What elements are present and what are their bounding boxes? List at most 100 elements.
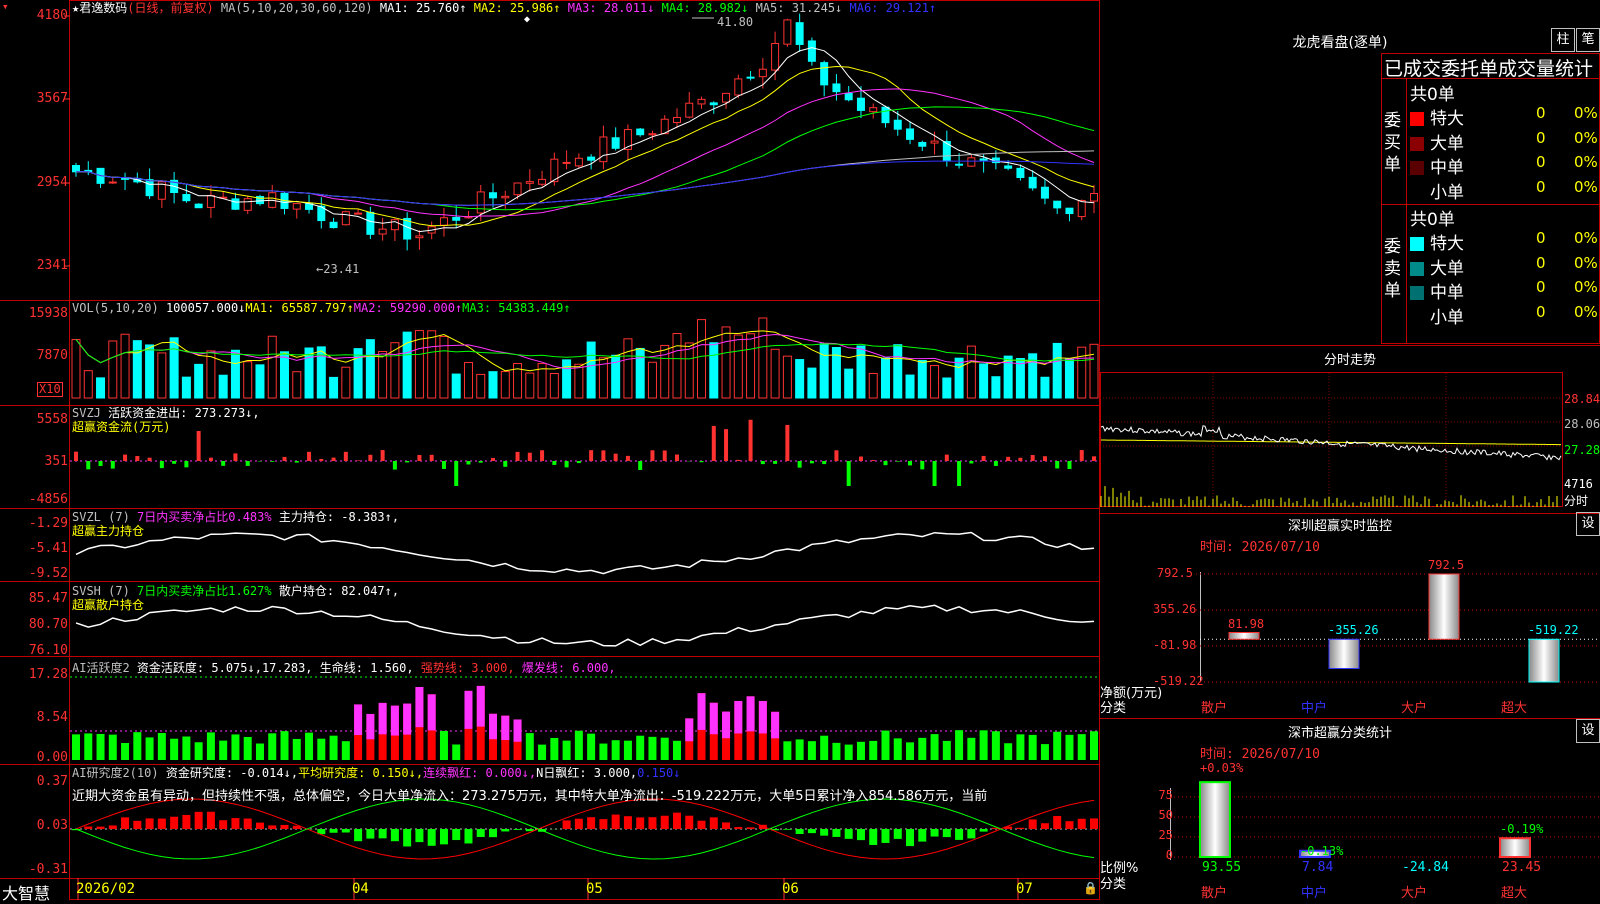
fund-flow-bar (209, 458, 213, 461)
candle-body (183, 195, 190, 201)
bar-mode-button[interactable]: 柱 (1551, 28, 1575, 52)
volume-bar (943, 378, 951, 398)
candle-body (1017, 168, 1024, 177)
candle-body (686, 103, 693, 117)
y-label: 7870 (37, 348, 68, 363)
svsh-desc: 7日内买卖净占比1.627% (137, 584, 272, 598)
bar-value-label: 81.98 (1228, 617, 1264, 631)
order-count: 0 (1536, 254, 1546, 272)
candle-body (1005, 166, 1012, 168)
fund-flow-bars (74, 420, 1096, 486)
fund-flow-bar (307, 452, 311, 461)
research-bar (1041, 823, 1049, 829)
fund-flow-bar (552, 461, 556, 465)
volume-bar (219, 375, 227, 398)
order-size-label: 特大 (1430, 109, 1464, 129)
vol-unit-label[interactable]: X10 (37, 382, 63, 397)
activity-bar (661, 738, 669, 760)
y-label: -4856 (29, 492, 68, 507)
candle-body (907, 129, 914, 139)
candle-body (600, 137, 607, 162)
lock-icon[interactable]: 🔒 (1083, 881, 1098, 895)
research-bar (231, 818, 239, 829)
fund-flow-bar (810, 461, 814, 463)
activity-bar (317, 739, 325, 760)
volume-bar (330, 377, 338, 398)
research-bar (415, 829, 423, 842)
y-label: 3567 (37, 91, 68, 106)
fund-flow-bar (528, 453, 532, 461)
order-count: 0 (1536, 178, 1546, 196)
research-bar (1016, 828, 1024, 829)
candle-body (1029, 177, 1036, 188)
candle-body (612, 138, 619, 149)
candle-body (637, 129, 644, 135)
vol-ma2: MA2: 59290.000↑ (354, 301, 462, 315)
research-bar (722, 822, 730, 829)
candle-body (367, 212, 374, 234)
sell-total: 共0单 (1410, 205, 1455, 230)
main-chart-canvas[interactable]: ◆ (0, 0, 1100, 900)
activity-bar (980, 730, 988, 760)
ai1-header: AI活跃度2 资金活跃度: 5.075↓,17.283, 生命线: 1.560,… (72, 661, 616, 675)
stats-settings-button[interactable]: 设 (1576, 719, 1600, 743)
activity-bar (342, 741, 350, 760)
volume-bar (1041, 377, 1049, 398)
research-bar (698, 821, 706, 829)
period-label[interactable]: (日线，前复权) (127, 1, 213, 15)
svzj-title: SVZJ (72, 406, 101, 420)
fund-flow-bar (773, 461, 777, 464)
monitor-settings-button[interactable]: 设 (1576, 512, 1600, 536)
research-bar (943, 829, 951, 837)
candle-body (673, 118, 680, 123)
fund-flow-bar (516, 452, 520, 461)
x-label: 06 (782, 881, 799, 897)
bar-value-label: -519.22 (1528, 623, 1579, 637)
volume-bar (489, 372, 497, 398)
activity-bar (170, 739, 178, 760)
activity-bar (587, 734, 595, 760)
order-row: 中单 (1410, 153, 1464, 178)
volume-bar (906, 375, 914, 398)
fund-flow-bar (135, 456, 139, 461)
research-bar (1053, 816, 1061, 829)
activity-bar-top (415, 687, 423, 727)
candle-body (195, 204, 202, 208)
fund-flow-bar (86, 461, 90, 469)
activity-bar (992, 731, 1000, 760)
volume-bar (195, 364, 203, 398)
volume-bar (170, 338, 178, 398)
fund-flow-bar (1018, 458, 1022, 461)
order-count: 0 (1536, 153, 1546, 171)
order-size-label: 小单 (1430, 183, 1464, 203)
fenshi-title[interactable]: 分时走势 (1100, 349, 1600, 368)
candle-body (379, 229, 386, 234)
stock-name[interactable]: ★君逸数码 (72, 1, 127, 15)
bar-value-label: 23.45 (1502, 860, 1541, 875)
research-bar (1065, 821, 1073, 829)
research-bar (182, 815, 190, 829)
svzl-header: SVZL (7) 7日内买卖净占比0.483% 主力持仓: -8.383↑, (72, 510, 399, 524)
volume-bar (415, 331, 423, 398)
volume-bar (869, 373, 877, 398)
volume-bar (1090, 344, 1098, 398)
volume-bar (121, 334, 129, 398)
fund-flow-bar (442, 461, 446, 469)
candle-body (502, 196, 509, 197)
category-label: 中户 (1301, 882, 1327, 901)
tick-mode-button[interactable]: 笔 (1576, 28, 1600, 52)
activity-bar-top (759, 701, 767, 733)
activity-bar (1065, 735, 1073, 760)
activity-bar (550, 738, 558, 760)
research-bar (808, 829, 816, 833)
vol-ma1: MA1: 65587.797↑ (245, 301, 353, 315)
volume-bar (931, 366, 939, 398)
ma-line (76, 161, 1094, 205)
fund-flow-bar (675, 455, 679, 461)
activity-bar (599, 744, 607, 760)
activity-bar (636, 736, 644, 760)
stats-bar (1200, 782, 1230, 857)
color-swatch (1410, 311, 1424, 325)
order-count: 0 (1536, 104, 1546, 122)
volume-bar (624, 339, 632, 398)
